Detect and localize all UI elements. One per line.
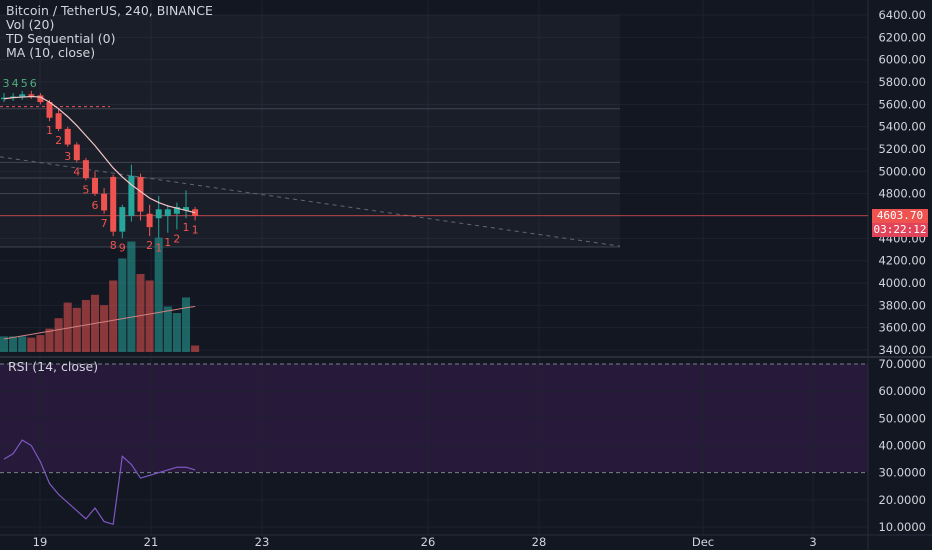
candle-body [73,144,80,161]
rsi-tick-label: 70.0000 [878,357,926,371]
volume-indicator-label[interactable]: Vol (20) [6,18,213,32]
td-count-label: 9 [119,241,126,254]
candle-body [137,176,144,212]
candle-body [119,207,126,232]
time-tick-label: Dec [692,535,714,549]
td-count-label: 4 [73,165,80,178]
volume-bar [154,237,163,352]
td-count-label: 2 [146,239,153,252]
chart-canvas[interactable]: 6400.00 6200.00 6000.00 5800.00 5600.00 5400.… [0,0,932,550]
volume-bar [136,274,145,352]
candle-body [164,209,171,216]
candle-body [55,113,62,129]
volume-bar [163,306,172,352]
rsi-indicator-label[interactable]: RSI (14, close) [8,359,98,374]
price-tick-label: 5400.00 [878,120,926,134]
price-tick-label: 5800.00 [878,75,926,89]
rsi-tick-label: 20.0000 [878,493,926,507]
volume-bar [127,241,136,352]
td-setup-label: 4 [12,77,19,90]
rsi-tick-label: 10.0000 [878,520,926,534]
time-tick-label: 19 [33,535,48,549]
time-tick-label: 26 [421,535,436,549]
td-sequential-label[interactable]: TD Sequential (0) [6,32,213,46]
price-tick-label: 4800.00 [878,187,926,201]
price-tick-label: 6200.00 [878,30,926,44]
time-tick-label: 28 [532,535,547,549]
candle-body [146,213,153,228]
time-tick-label: 21 [144,535,159,549]
td-count-label: 8 [110,239,117,252]
volume-bar [109,280,118,352]
bar-countdown-tag: 03:22:12 [872,223,928,237]
price-tick-label: 6400.00 [878,8,926,22]
td-count-label: 1 [183,221,190,234]
chart-legend: Bitcoin / TetherUS, 240, BINANCE Vol (20… [6,4,213,60]
volume-bar [100,305,109,352]
td-setup-label: 3 [3,77,10,90]
td-count-label: 7 [101,217,108,230]
time-tick-label: 23 [255,535,270,549]
rsi-tick-label: 50.0000 [878,411,926,425]
price-tick-label: 3800.00 [878,298,926,312]
volume-bar [72,307,81,352]
moving-average-label[interactable]: MA (10, close) [6,46,213,60]
candle-body [155,209,162,219]
price-tick-label: 5000.00 [878,164,926,178]
volume-bar [36,335,45,352]
td-count-label: 6 [92,199,99,212]
candle-body [101,193,108,211]
price-tick-label: 6000.00 [878,53,926,67]
candle-body [28,94,35,96]
time-tick-label: 3 [809,535,816,549]
rsi-tick-label: 60.0000 [878,384,926,398]
candle-body [19,94,26,97]
candle-body [128,175,135,216]
price-tick-label: 4000.00 [878,276,926,290]
volume-bar [9,336,18,352]
candle-body [92,178,98,194]
td-count-label: 2 [55,134,62,147]
volume-bar [181,297,191,352]
td-setup-label: 5 [21,77,28,90]
rsi-tick-label: 40.0000 [878,439,926,453]
volume-bar [191,345,200,352]
price-tick-label: 3400.00 [878,343,926,357]
price-tick-label: 3600.00 [878,321,926,335]
symbol-title[interactable]: Bitcoin / TetherUS, 240, BINANCE [6,4,213,18]
price-tick-label: 5200.00 [878,142,926,156]
td-count-label: 2 [173,232,180,245]
td-count-label: 3 [64,150,71,163]
last-price-tag: 4603.70 [872,209,928,223]
candle-body [110,176,117,232]
rsi-tick-label: 30.0000 [878,466,926,480]
volume-bar [18,336,27,352]
candle-body [82,160,89,179]
volume-bar [172,313,181,352]
td-count-label: 1 [164,236,171,249]
volume-bar [81,300,90,352]
volume-bar [54,318,63,352]
volume-bar [145,280,154,352]
candle-body [46,102,53,118]
volume-bar [118,258,127,352]
td-count-label: 5 [82,183,89,196]
td-count-label: 1 [155,241,162,254]
td-setup-label: 6 [30,77,37,90]
td-count-label: 1 [46,124,53,137]
price-tick-label: 5600.00 [878,97,926,111]
price-tick-label: 4200.00 [878,254,926,268]
td-count-label: 1 [192,223,199,236]
volume-bar [27,337,36,352]
candle-body [64,128,71,145]
